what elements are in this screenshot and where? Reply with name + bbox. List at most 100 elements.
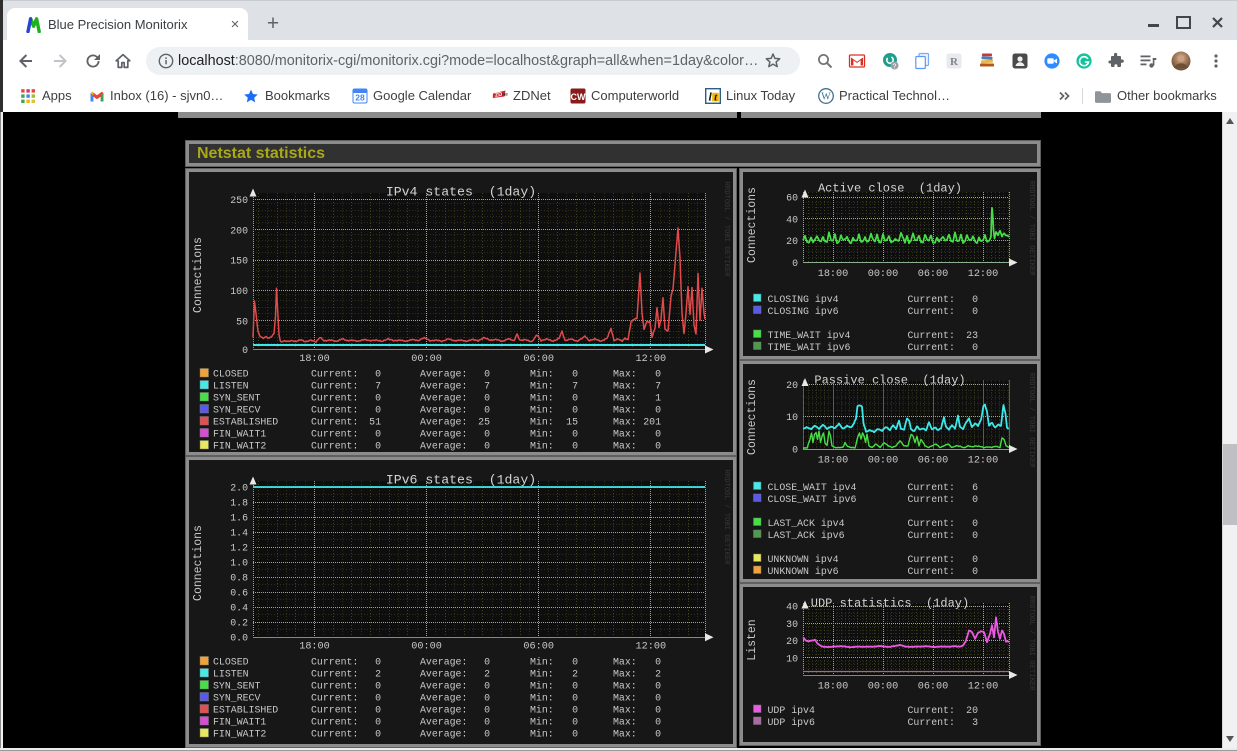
svg-text:12:00: 12:00 xyxy=(636,642,667,653)
svg-text:Average:: Average: xyxy=(420,405,467,416)
svg-text:Max:: Max: xyxy=(613,417,637,428)
svg-text:CLOSED: CLOSED xyxy=(213,657,249,668)
svg-text:0: 0 xyxy=(484,705,490,716)
svg-text:1.4: 1.4 xyxy=(230,528,248,539)
svg-text:0: 0 xyxy=(375,369,381,380)
svg-text:201: 201 xyxy=(643,417,661,428)
svg-text:50: 50 xyxy=(236,316,248,327)
svg-text:RRDTOOL / TOBI OETIKER: RRDTOOL / TOBI OETIKER xyxy=(1027,596,1035,692)
svg-text:Average:: Average: xyxy=(420,729,467,740)
svg-text:Current:: Current: xyxy=(908,342,955,353)
svg-text:FIN_WAIT2: FIN_WAIT2 xyxy=(213,729,266,740)
svg-text:00:00: 00:00 xyxy=(411,354,442,365)
svg-text:0: 0 xyxy=(972,566,978,577)
svg-text:00:00: 00:00 xyxy=(411,642,442,653)
svg-text:1: 1 xyxy=(655,393,661,404)
svg-text:Max:: Max: xyxy=(613,705,637,716)
svg-text:0: 0 xyxy=(572,717,578,728)
svg-text:0: 0 xyxy=(972,294,978,305)
svg-text:2: 2 xyxy=(655,669,661,680)
svg-text:CLOSE_WAIT ipv4: CLOSE_WAIT ipv4 xyxy=(768,482,857,493)
svg-text:06:00: 06:00 xyxy=(918,456,949,467)
svg-text:00:00: 00:00 xyxy=(868,269,899,280)
svg-text:Current:: Current: xyxy=(311,417,358,428)
svg-text:0: 0 xyxy=(655,729,661,740)
svg-text:0: 0 xyxy=(655,657,661,668)
svg-text:18:00: 18:00 xyxy=(299,642,330,653)
svg-text:0: 0 xyxy=(484,429,490,440)
svg-text:Min:: Min: xyxy=(530,729,554,740)
svg-text:R: R xyxy=(950,56,959,68)
svg-text:0: 0 xyxy=(242,345,248,356)
svg-text:Min:: Min: xyxy=(530,657,554,668)
svg-text:0: 0 xyxy=(375,705,381,716)
svg-text:18:00: 18:00 xyxy=(818,456,849,467)
svg-text:6: 6 xyxy=(972,482,978,493)
svg-text:UDP ipv6: UDP ipv6 xyxy=(768,717,815,728)
svg-text:Max:: Max: xyxy=(613,441,637,452)
svg-text:Min:: Min: xyxy=(530,369,554,380)
svg-text:00:00: 00:00 xyxy=(868,456,899,467)
svg-text:Current:: Current: xyxy=(311,705,358,716)
svg-text:LAST_ACK ipv4: LAST_ACK ipv4 xyxy=(768,518,845,529)
svg-text:Min:: Min: xyxy=(530,393,554,404)
svg-text:20: 20 xyxy=(786,636,798,647)
svg-text:Min:: Min: xyxy=(530,405,554,416)
svg-text:06:00: 06:00 xyxy=(918,682,949,693)
svg-text:0: 0 xyxy=(655,441,661,452)
svg-text:18:00: 18:00 xyxy=(299,354,330,365)
svg-text:0: 0 xyxy=(572,369,578,380)
svg-text:40: 40 xyxy=(786,214,798,225)
svg-text:Passive close (1day): Passive close (1day) xyxy=(814,374,965,388)
svg-text:Current:: Current: xyxy=(311,393,358,404)
svg-text:CW: CW xyxy=(571,92,586,102)
svg-text:12:00: 12:00 xyxy=(968,456,999,467)
svg-text:2: 2 xyxy=(484,669,490,680)
svg-text:SYN_RECV: SYN_RECV xyxy=(213,405,260,416)
svg-text:23: 23 xyxy=(966,330,978,341)
svg-text:0: 0 xyxy=(484,681,490,692)
svg-text:0: 0 xyxy=(572,393,578,404)
svg-text:ESTABLISHED: ESTABLISHED xyxy=(213,705,278,716)
svg-text:0: 0 xyxy=(484,729,490,740)
svg-text:60: 60 xyxy=(786,193,798,204)
svg-text:IPv4 states (1day): IPv4 states (1day) xyxy=(386,185,536,200)
svg-text:Net: Net xyxy=(502,91,508,97)
svg-text:Max:: Max: xyxy=(613,405,637,416)
svg-text:Max:: Max: xyxy=(613,381,637,392)
svg-text:Max:: Max: xyxy=(613,369,637,380)
svg-text:RRDTOOL / TOBI OETIKER: RRDTOOL / TOBI OETIKER xyxy=(1027,373,1035,469)
svg-text:LISTEN: LISTEN xyxy=(213,669,249,680)
svg-text:Listen: Listen xyxy=(746,619,759,660)
svg-text:0: 0 xyxy=(655,681,661,692)
svg-text:0: 0 xyxy=(572,693,578,704)
svg-text:Connections: Connections xyxy=(192,525,205,601)
svg-text:0.6: 0.6 xyxy=(230,588,248,599)
svg-text:Average:: Average: xyxy=(420,417,467,428)
svg-text:51: 51 xyxy=(369,417,381,428)
svg-text:20: 20 xyxy=(786,380,798,391)
svg-text:?: ? xyxy=(893,63,897,70)
svg-text:Active close (1day): Active close (1day) xyxy=(818,182,962,196)
svg-text:Min:: Min: xyxy=(530,441,554,452)
svg-text:0: 0 xyxy=(572,441,578,452)
svg-text:150: 150 xyxy=(230,256,248,267)
svg-text:0: 0 xyxy=(375,693,381,704)
svg-text:0: 0 xyxy=(972,342,978,353)
svg-text:Min:: Min: xyxy=(530,705,554,716)
svg-text:1.6: 1.6 xyxy=(230,513,248,524)
svg-text:250: 250 xyxy=(230,195,248,206)
svg-text:0: 0 xyxy=(572,429,578,440)
svg-text:0: 0 xyxy=(655,405,661,416)
svg-text:0: 0 xyxy=(572,405,578,416)
svg-text:0: 0 xyxy=(972,530,978,541)
svg-text:06:00: 06:00 xyxy=(523,354,554,365)
svg-text:0: 0 xyxy=(572,729,578,740)
svg-text:0: 0 xyxy=(484,657,490,668)
svg-text:7: 7 xyxy=(375,381,381,392)
svg-text:18:00: 18:00 xyxy=(818,269,849,280)
svg-text:Current:: Current: xyxy=(908,518,955,529)
svg-text:10: 10 xyxy=(786,412,798,423)
svg-text:Current:: Current: xyxy=(311,405,358,416)
svg-text:CLOSING ipv4: CLOSING ipv4 xyxy=(768,294,839,305)
